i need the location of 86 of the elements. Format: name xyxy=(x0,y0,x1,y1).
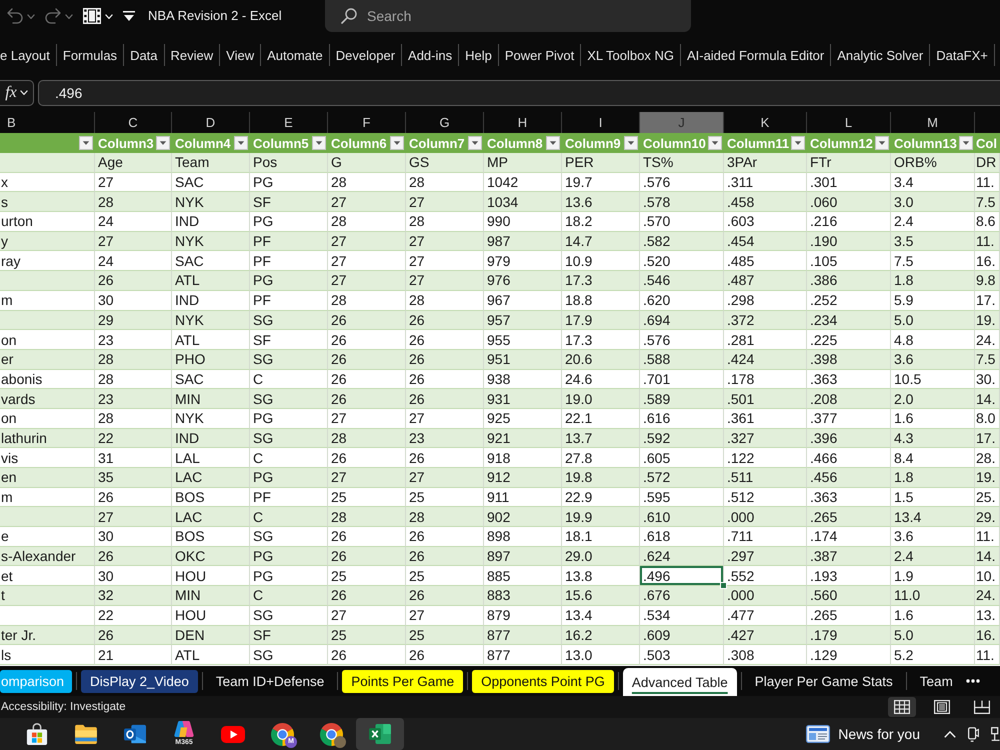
filter-dropdown-icon[interactable] xyxy=(156,136,170,150)
ribbon-tab[interactable]: Formulas xyxy=(56,44,124,66)
network-icon[interactable] xyxy=(991,727,1000,741)
filter-dropdown-icon[interactable] xyxy=(959,136,973,150)
search-field[interactable]: Search xyxy=(325,0,691,32)
film-icon[interactable] xyxy=(83,8,101,24)
more-icon[interactable] xyxy=(966,679,980,683)
filter-dropdown-icon[interactable] xyxy=(312,136,326,150)
ribbon-tab[interactable]: Review xyxy=(164,44,220,66)
table-cell: ls xyxy=(0,645,95,665)
table-cell: 877 xyxy=(484,645,562,665)
ribbon-tab[interactable]: Add-ins xyxy=(402,44,458,66)
ribbon-tab[interactable]: XL Toolbox NG xyxy=(581,44,680,66)
store-icon xyxy=(26,723,48,745)
play-icon xyxy=(221,726,245,742)
sheet-tab[interactable]: Advanced Table xyxy=(622,668,737,696)
spreadsheet-icon xyxy=(369,724,391,744)
table-cell: 13.0 xyxy=(562,645,640,665)
ribbon-tab[interactable]: Data xyxy=(124,44,164,66)
filter-dropdown-icon[interactable] xyxy=(468,136,482,150)
sheet-tab[interactable]: Team xyxy=(910,670,962,692)
column-header: Col xyxy=(976,136,997,150)
customize-icon[interactable] xyxy=(123,11,135,21)
column-header: Column4 xyxy=(175,136,231,150)
ribbon-tab[interactable]: e Layout xyxy=(0,44,56,66)
status-text[interactable]: Accessibility: Investigate xyxy=(0,701,126,713)
fill-handle-icon[interactable] xyxy=(720,582,727,590)
page-icon xyxy=(934,700,950,714)
column-header: Column12 xyxy=(810,136,873,150)
ribbon-tab[interactable]: Help xyxy=(459,44,498,66)
filter-dropdown-icon[interactable] xyxy=(390,136,404,150)
news-icon xyxy=(806,725,830,743)
window-title: NBA Revision 2 - Excel xyxy=(148,7,283,25)
ribbon-tab[interactable]: Developer xyxy=(330,44,402,66)
table-cell: .308 xyxy=(724,645,807,665)
table-cell: 5.2 xyxy=(891,645,975,665)
column-header: Column3 xyxy=(98,136,154,150)
ribbon-tab[interactable]: View xyxy=(220,44,260,66)
folder-icon xyxy=(75,724,97,744)
ribbon-tab[interactable]: Analytic Solver xyxy=(831,44,930,66)
sheet-tab[interactable]: Opponents Point PG xyxy=(472,670,614,692)
page-break-icon xyxy=(974,700,990,714)
selected-cell[interactable]: .496 xyxy=(640,566,724,586)
filter-dropdown-icon[interactable] xyxy=(791,136,805,150)
column-header: Column8 xyxy=(487,136,543,150)
device-icon[interactable] xyxy=(968,726,979,742)
sheet-tab[interactable]: Player Per Game Stats xyxy=(746,670,902,692)
insert-function-button[interactable]: fx xyxy=(0,80,34,106)
column-header: Column10 xyxy=(643,136,706,150)
table-cell: 21 xyxy=(95,645,172,665)
ribbon-tab[interactable]: Power Pivot xyxy=(498,44,580,66)
filter-dropdown-icon[interactable] xyxy=(624,136,638,150)
table-cell: .503 xyxy=(640,645,724,665)
table-cell: SG xyxy=(250,645,328,665)
filter-dropdown-icon[interactable] xyxy=(79,136,93,150)
filter-dropdown-icon[interactable] xyxy=(546,136,560,150)
app-icon xyxy=(174,721,194,737)
formula-input[interactable]: .496 xyxy=(38,80,1000,106)
filter-dropdown-icon[interactable] xyxy=(875,136,889,150)
ribbon-tab[interactable]: AI-aided Formula Editor xyxy=(680,44,830,66)
view-button[interactable] xyxy=(888,697,916,717)
table-cell: ATL xyxy=(172,645,250,665)
column-header: Column5 xyxy=(253,136,309,150)
filter-dropdown-icon[interactable] xyxy=(234,136,248,150)
column-header: Column6 xyxy=(331,136,387,150)
table-cell: .129 xyxy=(807,645,891,665)
column-header: Column7 xyxy=(409,136,465,150)
sheet-tab[interactable]: DisPlay 2_Video xyxy=(81,670,198,692)
ribbon-tab[interactable]: Automate xyxy=(261,44,329,66)
ribbon-tab[interactable]: DataFX+ xyxy=(930,44,994,66)
sheet-tab[interactable]: Points Per Game xyxy=(342,670,464,692)
table-cell: 26 xyxy=(406,645,484,665)
column-header: Column13 xyxy=(894,136,957,150)
grid-icon xyxy=(894,700,910,714)
filter-dropdown-icon[interactable] xyxy=(708,136,722,150)
table-cell: .624 xyxy=(640,546,724,566)
table-cell: 11. xyxy=(975,645,1000,665)
avatar-icon xyxy=(334,736,346,748)
chevron-up-icon[interactable] xyxy=(944,730,956,738)
column-header: Column9 xyxy=(565,136,621,150)
mail-icon xyxy=(124,723,146,745)
news-button[interactable]: News for you xyxy=(802,720,924,748)
column-header: Column11 xyxy=(727,136,790,150)
table-cell: 26 xyxy=(328,645,406,665)
search-icon xyxy=(341,8,357,24)
sheet-tab[interactable]: Team ID+Defense xyxy=(206,670,334,692)
